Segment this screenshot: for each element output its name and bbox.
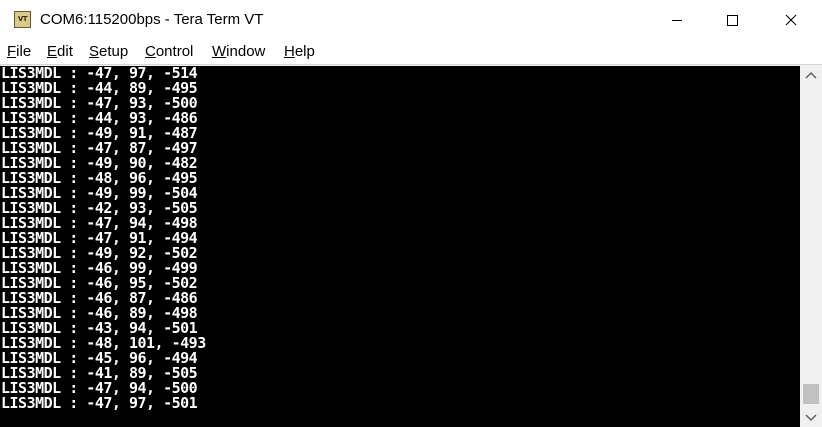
menu-edit-accel: E [47,43,58,60]
menu-control-accel: C [145,43,156,60]
menu-edit[interactable]: Edit [47,43,73,60]
menu-file[interactable]: File [7,43,31,60]
menu-window[interactable]: Window [212,43,265,60]
scroll-up-button[interactable] [800,66,822,86]
menu-help-label: elp [294,43,315,60]
minimize-icon [672,20,682,21]
menu-file-label: ile [16,43,32,60]
menu-window-accel: W [212,43,227,60]
close-icon [785,14,797,26]
vertical-scrollbar[interactable] [800,66,822,427]
tera-term-icon[interactable]: VT [14,11,31,28]
maximize-icon [727,15,738,26]
terminal-output[interactable]: LIS3MDL : -47, 97, -514 LIS3MDL : -44, 89… [0,66,800,427]
terminal-line: LIS3MDL : -47, 97, -501 [1,394,198,412]
tera-term-window: VT COM6:115200bps - Tera Term VT File Ed… [0,0,822,427]
menu-control-label: ontrol [155,43,194,60]
minimize-button[interactable] [648,0,706,40]
menu-help[interactable]: Help [284,43,315,60]
close-button[interactable] [764,0,822,40]
scroll-down-button[interactable] [800,407,822,427]
menu-setup-label: etup [99,43,129,60]
menu-bar: File Edit Setup Control Window Help [0,40,822,64]
maximize-button[interactable] [706,0,764,40]
chevron-down-icon [805,414,817,422]
menu-edit-label: dit [57,43,73,60]
menu-control[interactable]: Control [145,43,193,60]
menu-window-label: indow [226,43,266,60]
menu-setup[interactable]: Setup [89,43,128,60]
chevron-up-icon [805,71,817,79]
window-title: COM6:115200bps - Tera Term VT [40,11,264,28]
menu-file-accel: F [7,43,17,60]
scroll-thumb[interactable] [803,384,819,404]
title-bar[interactable]: VT COM6:115200bps - Tera Term VT [0,0,822,40]
menu-help-accel: H [284,43,295,60]
menu-setup-accel: S [89,43,100,60]
